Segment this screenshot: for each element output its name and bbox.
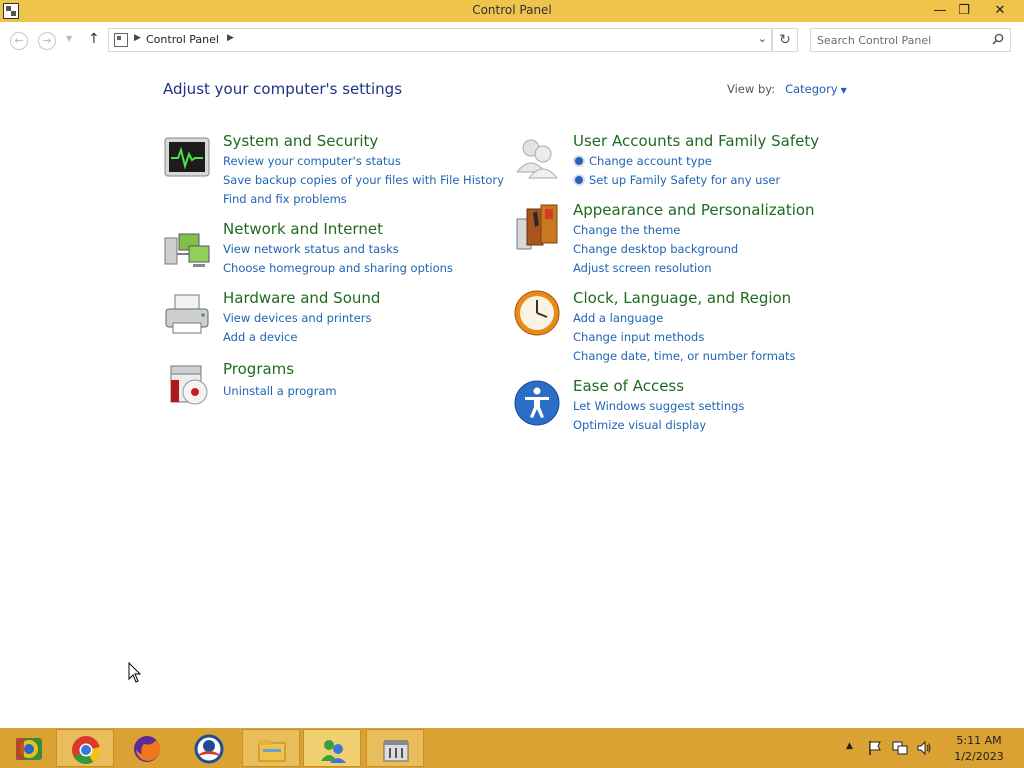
- chrome-alt-icon: [16, 738, 42, 760]
- breadcrumb-chevron-icon[interactable]: ▶: [227, 33, 234, 43]
- address-row: ← → ▼ ↑ ▶ Control Panel ▶ ⌄ ↻: [0, 28, 1024, 54]
- system-security-icon[interactable]: [163, 134, 211, 182]
- up-button[interactable]: ↑: [88, 31, 100, 47]
- view-by-dropdown[interactable]: Category: [785, 82, 838, 96]
- people-app-icon: [321, 740, 346, 763]
- forward-button[interactable]: →: [38, 32, 56, 50]
- ease-of-access-icon[interactable]: [513, 379, 561, 427]
- category-title-network-internet[interactable]: Network and Internet: [223, 220, 383, 238]
- breadcrumb-chevron-icon[interactable]: ▶: [134, 33, 141, 43]
- clock-time: 5:11 AM: [956, 734, 1002, 747]
- breadcrumb-control-panel[interactable]: Control Panel: [146, 33, 219, 46]
- appearance-icon[interactable]: [513, 203, 561, 251]
- taskbar: ▲ 5:11 AM 1/2/2023: [0, 728, 1024, 768]
- network-icon[interactable]: [892, 740, 908, 756]
- programs-icon[interactable]: [163, 362, 211, 410]
- clock-date: 1/2/2023: [954, 750, 1004, 763]
- close-button[interactable]: ✕: [985, 0, 1015, 22]
- link-suggest-settings[interactable]: Let Windows suggest settings: [573, 399, 744, 413]
- link-family-safety[interactable]: Set up Family Safety for any user: [573, 173, 780, 187]
- uac-shield-icon: [573, 174, 585, 186]
- link-date-time-formats[interactable]: Change date, time, or number formats: [573, 349, 796, 363]
- category-title-appearance[interactable]: Appearance and Personalization: [573, 201, 815, 219]
- taskbar-clock[interactable]: 5:11 AM 1/2/2023: [944, 733, 1014, 765]
- user-accounts-icon[interactable]: [513, 134, 561, 182]
- window-title: Control Panel: [472, 3, 552, 17]
- category-title-system-security[interactable]: System and Security: [223, 132, 378, 150]
- link-devices-printers[interactable]: View devices and printers: [223, 311, 371, 325]
- category-title-programs[interactable]: Programs: [223, 360, 294, 378]
- category-title-user-accounts[interactable]: User Accounts and Family Safety: [573, 132, 819, 150]
- link-uninstall-program[interactable]: Uninstall a program: [223, 384, 337, 398]
- view-by: View by: Category ▼: [727, 82, 847, 96]
- control-panel-icon: [383, 740, 409, 762]
- link-add-device[interactable]: Add a device: [223, 330, 297, 344]
- taskbar-app-control-panel[interactable]: [366, 729, 424, 767]
- link-change-account-type-label: Change account type: [589, 154, 712, 168]
- taskbar-app-people[interactable]: [303, 729, 361, 767]
- action-center-flag-icon[interactable]: [867, 740, 883, 756]
- search-icon[interactable]: [992, 33, 1004, 45]
- link-review-status[interactable]: Review your computer's status: [223, 154, 401, 168]
- file-explorer-icon: [258, 740, 286, 762]
- search-input[interactable]: [817, 33, 987, 48]
- refresh-button[interactable]: ↻: [772, 28, 798, 52]
- taskbar-app-file-explorer[interactable]: [242, 729, 300, 767]
- volume-icon[interactable]: [916, 740, 932, 756]
- taskbar-app-obama-logo[interactable]: [180, 729, 238, 767]
- address-dropdown-icon[interactable]: ⌄: [758, 32, 767, 45]
- hardware-sound-icon[interactable]: [163, 291, 211, 339]
- link-input-methods[interactable]: Change input methods: [573, 330, 704, 344]
- search-box[interactable]: [810, 28, 1011, 52]
- recent-locations-dropdown[interactable]: ▼: [66, 34, 72, 43]
- network-internet-icon[interactable]: [163, 224, 211, 272]
- taskbar-app-chrome[interactable]: [56, 729, 114, 767]
- link-find-fix-problems[interactable]: Find and fix problems: [223, 192, 347, 206]
- control-panel-icon: [114, 33, 128, 47]
- link-desktop-background[interactable]: Change desktop background: [573, 242, 738, 256]
- category-title-ease-of-access[interactable]: Ease of Access: [573, 377, 684, 395]
- link-file-history[interactable]: Save backup copies of your files with Fi…: [223, 173, 504, 187]
- link-change-account-type[interactable]: Change account type: [573, 154, 712, 168]
- maximize-button[interactable]: ❐: [950, 0, 978, 22]
- page-title: Adjust your computer's settings: [163, 80, 403, 98]
- category-title-clock-language[interactable]: Clock, Language, and Region: [573, 289, 791, 307]
- link-network-status[interactable]: View network status and tasks: [223, 242, 399, 256]
- show-hidden-icons-button[interactable]: ▲: [846, 741, 853, 751]
- link-change-theme[interactable]: Change the theme: [573, 223, 680, 237]
- mouse-cursor-icon: [128, 662, 142, 683]
- chevron-down-icon[interactable]: ▼: [841, 86, 847, 95]
- view-by-label: View by:: [727, 82, 776, 96]
- link-optimize-display[interactable]: Optimize visual display: [573, 418, 706, 432]
- link-add-language[interactable]: Add a language: [573, 311, 663, 325]
- chrome-icon: [72, 736, 101, 764]
- link-screen-resolution[interactable]: Adjust screen resolution: [573, 261, 712, 275]
- uac-shield-icon: [573, 155, 585, 167]
- obama-logo-icon: [194, 734, 224, 764]
- back-button[interactable]: ←: [10, 32, 28, 50]
- taskbar-app-chrome-alt[interactable]: [0, 729, 58, 767]
- link-family-safety-label: Set up Family Safety for any user: [589, 173, 781, 187]
- category-title-hardware-sound[interactable]: Hardware and Sound: [223, 289, 380, 307]
- taskbar-app-firefox[interactable]: [118, 729, 176, 767]
- address-bar[interactable]: ▶ Control Panel ▶ ⌄: [108, 28, 772, 52]
- link-homegroup[interactable]: Choose homegroup and sharing options: [223, 261, 453, 275]
- clock-icon[interactable]: [513, 289, 561, 337]
- firefox-icon: [134, 736, 160, 762]
- title-bar: Control Panel — ❐ ✕: [0, 0, 1024, 22]
